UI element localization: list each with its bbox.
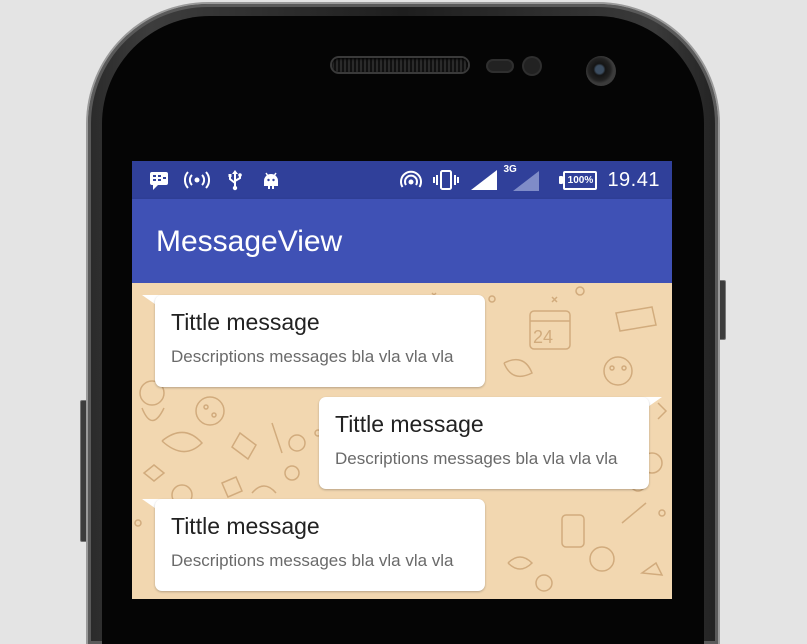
nfc-icon	[400, 170, 423, 188]
status-bar: 3G 100% 19.41	[132, 161, 672, 199]
message-title: Tittle message	[335, 411, 484, 437]
chat-area[interactable]: 24 Tittle message Descriptions messages …	[132, 283, 672, 599]
battery-icon: 100%	[559, 170, 598, 190]
message-description: Descriptions messages bla vla vla vla	[171, 551, 454, 570]
status-time: 19.41	[607, 168, 660, 191]
hotspot-icon	[184, 171, 210, 189]
cell-signal: 3G	[503, 164, 541, 193]
battery-level: 100%	[567, 174, 594, 186]
proximity-sensor	[488, 61, 512, 71]
message-description: Descriptions messages bla vla vla vla	[335, 449, 618, 468]
message-title: Tittle message	[171, 513, 320, 539]
phone-screen: 3G 100% 19.41 MessageView 24 Tittle mess…	[132, 161, 672, 599]
svg-text:24: 24	[533, 327, 553, 347]
usb-icon	[228, 170, 242, 191]
message-title: Tittle message	[171, 309, 320, 335]
light-sensor	[524, 58, 540, 74]
vibrate-icon	[433, 170, 460, 190]
message-description: Descriptions messages bla vla vla vla	[171, 347, 454, 366]
front-camera	[586, 56, 616, 86]
wifi-signal-icon	[471, 170, 498, 190]
app-bar: MessageView	[132, 199, 672, 283]
message-bubble[interactable]: Tittle message Descriptions messages bla…	[319, 397, 649, 489]
app-title: MessageView	[156, 225, 343, 258]
android-debug-icon	[264, 172, 278, 189]
message-bubble[interactable]: Tittle message Descriptions messages bla…	[155, 499, 485, 591]
messenger-icon	[150, 172, 168, 190]
cell-signal-icon	[513, 171, 540, 191]
message-bubble[interactable]: Tittle message Descriptions messages bla…	[155, 295, 485, 387]
earpiece-speaker	[332, 58, 468, 72]
